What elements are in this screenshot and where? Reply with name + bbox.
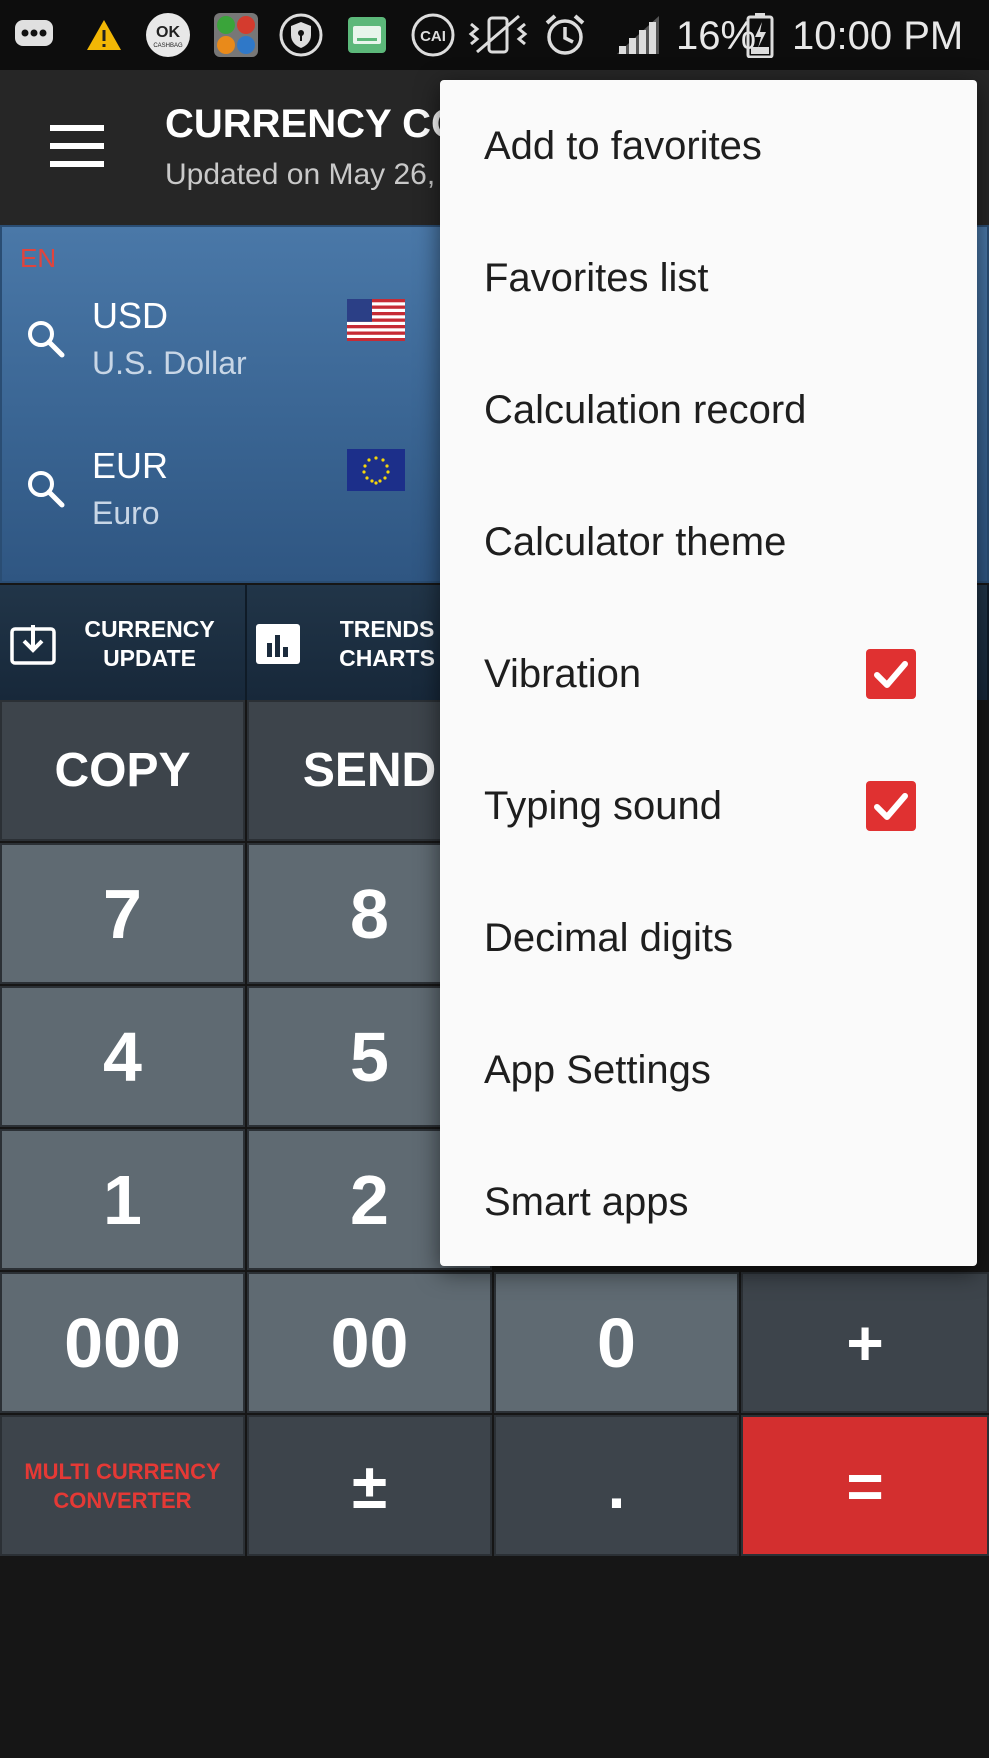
menu-item-calculator-theme[interactable]: Calculator theme	[440, 476, 977, 608]
search-icon[interactable]	[24, 317, 68, 361]
svg-text:OK: OK	[156, 24, 180, 41]
trends-charts-button[interactable]: TRENDS CHARTS	[247, 585, 447, 700]
multi-currency-converter-button[interactable]: MULTI CURRENCY CONVERTER	[0, 1415, 245, 1556]
equals-button[interactable]: =	[741, 1415, 989, 1556]
menu-item-app-settings[interactable]: App Settings	[440, 1004, 977, 1136]
keyboard-icon	[346, 12, 388, 58]
status-bar: OK CASHBAG CAI 16% 10:00 PM	[0, 0, 989, 70]
ok-cashbag-icon: OK CASHBAG	[144, 12, 192, 58]
cai-icon: CAI	[410, 12, 456, 58]
menu-item-calculation-record[interactable]: Calculation record	[440, 344, 977, 476]
eu-flag-icon	[347, 449, 405, 491]
alarm-icon	[542, 12, 588, 58]
signal-icon	[614, 12, 662, 58]
chat-bubble-icon	[14, 12, 54, 58]
vibration-checkbox[interactable]	[866, 649, 916, 699]
menu-item-label: Typing sound	[484, 783, 722, 828]
overflow-menu: Add to favorites Favorites list Calculat…	[440, 80, 977, 1266]
currency-update-button[interactable]: CURRENCY UPDATE	[0, 585, 247, 700]
currency-row-to[interactable]: EUR Euro	[2, 427, 442, 557]
svg-text:CASHBAG: CASHBAG	[153, 43, 183, 49]
currency-name: U.S. Dollar	[92, 345, 247, 381]
menu-item-label: Vibration	[484, 651, 642, 696]
bar-chart-icon	[255, 623, 301, 665]
menu-item-label: Favorites list	[484, 255, 709, 300]
menu-item-label: Calculator theme	[484, 519, 787, 564]
search-icon[interactable]	[24, 467, 68, 511]
vibrate-mute-icon	[466, 12, 530, 58]
menu-item-label: App Settings	[484, 1047, 711, 1092]
trends-charts-label: TRENDS CHARTS	[339, 616, 435, 671]
key-000[interactable]: 000	[0, 1272, 245, 1413]
checkmark-icon	[874, 661, 908, 688]
checkmark-icon	[874, 793, 908, 820]
menu-item-decimal-digits[interactable]: Decimal digits	[440, 872, 977, 1004]
menu-icon[interactable]	[50, 125, 104, 167]
download-icon	[10, 623, 56, 665]
copy-button[interactable]: COPY	[0, 700, 245, 841]
plus-button[interactable]: +	[741, 1272, 989, 1413]
menu-item-label: Calculation record	[484, 387, 807, 432]
warning-icon	[84, 12, 124, 58]
menu-item-label: Decimal digits	[484, 915, 733, 960]
key-0[interactable]: 0	[494, 1272, 739, 1413]
currency-code: EUR	[92, 445, 169, 486]
currency-row-from[interactable]: USD U.S. Dollar	[2, 277, 442, 407]
battery-icon	[745, 12, 775, 58]
menu-item-favorites-list[interactable]: Favorites list	[440, 212, 977, 344]
plus-minus-button[interactable]: ±	[247, 1415, 492, 1556]
key-1[interactable]: 1	[0, 1129, 245, 1270]
clock: 10:00 PM	[792, 13, 964, 58]
key-4[interactable]: 4	[0, 986, 245, 1127]
currency-update-label: CURRENCY UPDATE	[84, 616, 215, 671]
menu-item-smart-apps[interactable]: Smart apps	[440, 1136, 977, 1268]
svg-text:CAI: CAI	[420, 28, 446, 45]
currency-code: USD	[92, 295, 169, 336]
decimal-button[interactable]: .	[494, 1415, 739, 1556]
typing-sound-checkbox[interactable]	[866, 781, 916, 831]
key-00[interactable]: 00	[247, 1272, 492, 1413]
language-indicator[interactable]: EN	[20, 243, 56, 274]
menu-item-label: Add to favorites	[484, 123, 762, 168]
menu-item-vibration[interactable]: Vibration	[440, 608, 977, 740]
menu-item-label: Smart apps	[484, 1179, 689, 1224]
key-7[interactable]: 7	[0, 843, 245, 984]
currency-app-icon	[212, 12, 260, 58]
currency-name: Euro	[92, 495, 160, 531]
shield-icon	[278, 12, 324, 58]
menu-item-add-to-favorites[interactable]: Add to favorites	[440, 80, 977, 212]
us-flag-icon	[347, 299, 405, 341]
updated-date: Updated on May 26,	[165, 158, 436, 191]
app-title: CURRENCY CO	[165, 102, 463, 146]
menu-item-typing-sound[interactable]: Typing sound	[440, 740, 977, 872]
